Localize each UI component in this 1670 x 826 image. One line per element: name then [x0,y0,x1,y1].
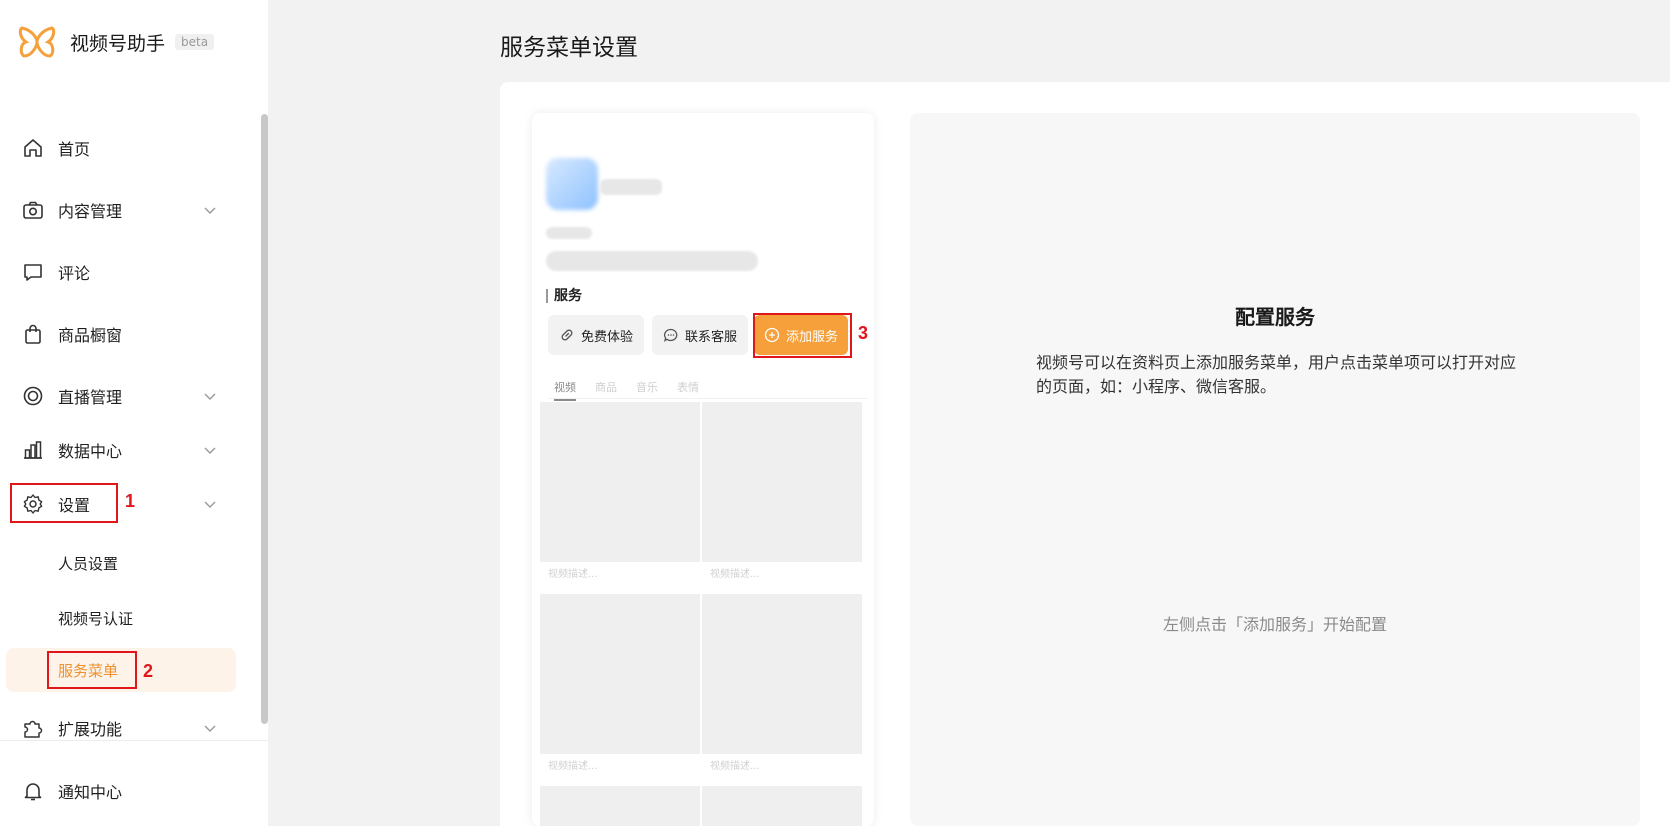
chevron-down-icon [204,725,216,732]
chart-icon [24,441,42,459]
video-tile-caption: 视频描述... [540,754,700,780]
sidebar-item-label: 评论 [58,264,91,283]
beta-badge: beta [175,34,215,50]
sidebar-scrollbar[interactable] [261,114,268,724]
tab-products[interactable]: 商品 [595,379,617,395]
annotation-number: 3 [858,323,869,343]
app-logo[interactable]: 视频号助手 beta [18,24,215,60]
annotation-box-add-service [753,313,852,358]
sidebar-item-label: 扩展功能 [58,720,123,739]
butterfly-logo-icon [18,26,56,58]
sidebar-subitem-personnel[interactable]: 人员设置 [6,541,236,585]
tab-stickers[interactable]: 表情 [677,379,699,395]
sidebar-item-label: 通知中心 [58,783,123,802]
blurred-profile-bio [546,251,758,271]
annotation-number: 2 [143,661,154,681]
sidebar-subitem-label: 人员设置 [58,554,119,573]
preview-tabs: 视频 商品 音乐 表情 [548,377,868,401]
chevron-down-icon [204,207,216,214]
camera-icon [23,201,43,219]
sidebar-item-data[interactable]: 数据中心 [0,428,260,472]
sidebar-item-label: 数据中心 [58,442,123,461]
shopping-bag-icon [25,324,41,344]
sidebar-item-showcase[interactable]: 商品橱窗 [0,312,260,356]
config-hint: 左侧点击「添加服务」开始配置 [1162,615,1387,634]
chevron-down-icon [204,393,216,400]
video-tile-caption: 视频描述... [702,562,862,588]
avatar [546,158,598,210]
free-trial-button[interactable]: 免费体验 [548,315,644,355]
sidebar-item-live[interactable]: 直播管理 [0,374,260,418]
chevron-down-icon [204,501,216,508]
config-description: 视频号可以在资料页上添加服务菜单，用户点击菜单项可以打开对应的页面，如：小程序、… [1036,353,1517,396]
annotation-number: 1 [125,491,136,511]
bell-icon [24,783,42,801]
config-title: 配置服务 [1235,305,1315,329]
config-service-panel: 配置服务 视频号可以在资料页上添加服务菜单，用户点击菜单项可以打开对应的页面，如… [910,113,1640,826]
sidebar-item-label: 商品橱窗 [58,326,123,345]
app-name: 视频号助手 [70,32,166,55]
chevron-down-icon [204,447,216,454]
sidebar-divider [0,740,268,741]
video-tile [540,594,700,754]
video-tile-caption: 视频描述... [540,562,700,588]
annotation-box-service-menu [47,651,137,689]
button-label: 联系客服 [684,329,737,345]
video-tile-caption: 视频描述... [702,754,862,780]
sidebar-item-home[interactable]: 首页 [0,126,260,170]
page-title: 服务菜单设置 [500,35,638,61]
blurred-profile-tag [546,227,592,239]
live-icon [23,386,43,406]
video-tile [540,786,700,826]
puzzle-icon [24,720,43,738]
sidebar-subitem-label: 视频号认证 [58,609,134,628]
sidebar-item-content[interactable]: 内容管理 [0,188,260,232]
sidebar-item-label: 直播管理 [58,388,123,407]
video-tile [702,786,862,826]
sidebar: 视频号助手 beta 首页 内容管理 评论 商品橱窗 直播管理 数据中心 设置 … [0,0,268,826]
tab-video[interactable]: 视频 [554,379,576,401]
sidebar-item-notifications[interactable]: 通知中心 [0,769,260,813]
button-label: 免费体验 [580,329,633,345]
chat-icon [663,328,678,342]
home-icon [24,139,42,157]
sidebar-item-comments[interactable]: 评论 [0,250,260,294]
tab-music[interactable]: 音乐 [636,379,658,395]
comment-icon [24,264,42,281]
sidebar-item-label: 内容管理 [58,202,123,221]
sidebar-subitem-verification[interactable]: 视频号认证 [6,596,236,640]
link-icon [561,329,573,341]
blurred-profile-name [600,179,662,195]
video-tile [540,402,700,562]
video-tile [702,594,862,754]
contact-service-button[interactable]: 联系客服 [652,315,748,355]
service-section-label: 服务 [546,289,582,303]
sidebar-item-extensions[interactable]: 扩展功能 [0,706,260,750]
profile-preview: 服务 免费体验 联系客服 添加服务 视频 商品 音乐 表情 视频描述... 视频… [532,113,874,826]
video-tile [702,402,862,562]
sidebar-item-label: 首页 [58,140,91,159]
annotation-box-settings [10,483,118,523]
